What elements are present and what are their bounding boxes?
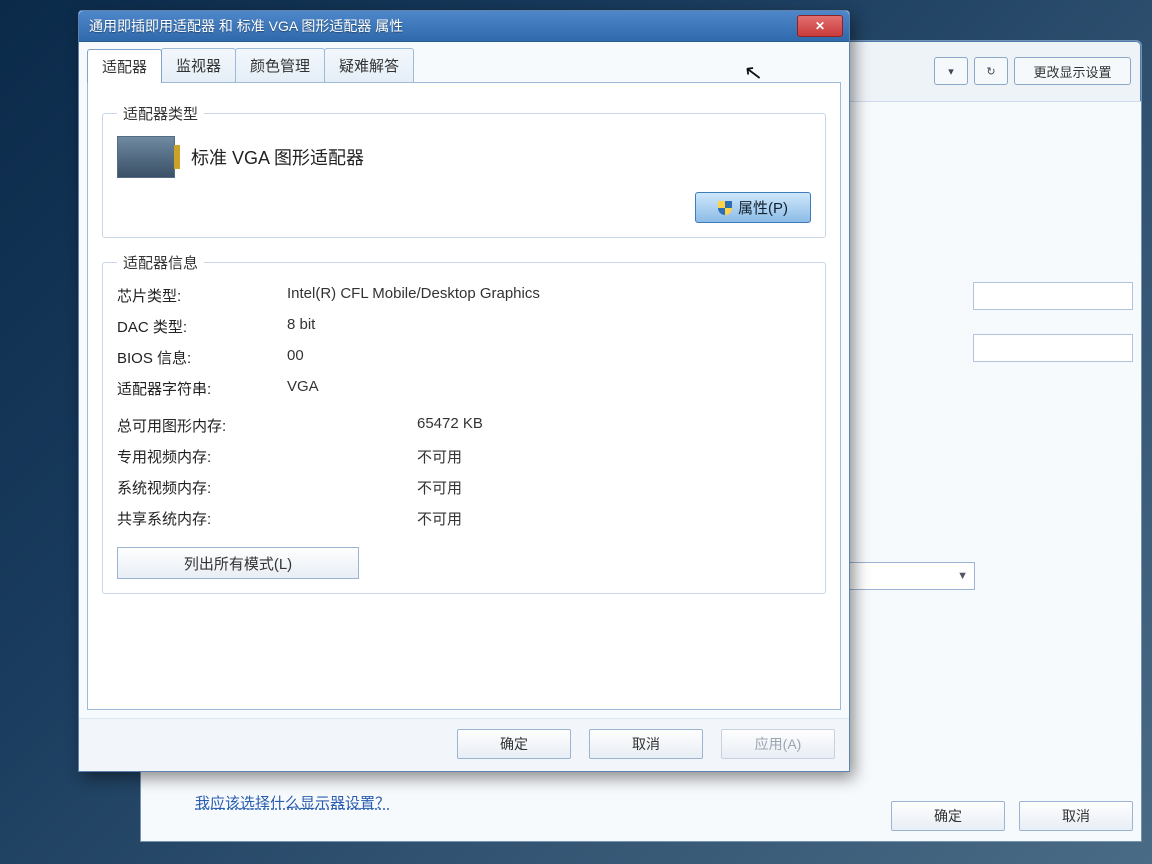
dialog-title: 通用即插即用适配器 和 标准 VGA 图形适配器 属性 xyxy=(89,16,797,36)
tab-troubleshoot[interactable]: 疑难解答 xyxy=(324,48,414,82)
adapter-type-name: 标准 VGA 图形适配器 xyxy=(191,144,364,170)
titlebar[interactable]: 通用即插即用适配器 和 标准 VGA 图形适配器 属性 ✕ xyxy=(79,11,849,42)
properties-button[interactable]: 属性(P) xyxy=(695,192,811,223)
chip-type-value: Intel(R) CFL Mobile/Desktop Graphics xyxy=(287,285,811,306)
dedicated-video-memory-value: 不可用 xyxy=(417,446,811,467)
chevron-down-icon: ▼ xyxy=(957,570,968,582)
system-video-memory-value: 不可用 xyxy=(417,477,811,498)
adapter-info-legend: 适配器信息 xyxy=(117,252,204,273)
adapter-type-group: 适配器类型 标准 VGA 图形适配器 属性(P) xyxy=(102,103,826,238)
tab-panel-adapter: 适配器类型 标准 VGA 图形适配器 属性(P) 适配器信息 芯片类型: Int… xyxy=(87,82,841,710)
background-field-1[interactable] xyxy=(973,282,1133,310)
dialog-button-row: 确定 取消 应用(A) xyxy=(79,718,849,771)
total-graphics-memory-value: 65472 KB xyxy=(417,415,811,436)
dedicated-video-memory-label: 专用视频内存: xyxy=(117,446,417,467)
gpu-icon xyxy=(117,136,175,178)
adapter-type-legend: 适配器类型 xyxy=(117,103,204,124)
dac-type-value: 8 bit xyxy=(287,316,811,337)
dac-type-label: DAC 类型: xyxy=(117,316,287,337)
shared-system-memory-label: 共享系统内存: xyxy=(117,508,417,529)
list-all-modes-button[interactable]: 列出所有模式(L) xyxy=(117,547,359,579)
parent-cancel-button[interactable]: 取消 xyxy=(1019,801,1133,831)
adapter-properties-dialog: 通用即插即用适配器 和 标准 VGA 图形适配器 属性 ✕ 适配器 监视器 颜色… xyxy=(78,10,850,772)
nav-refresh-icon[interactable]: ↻ xyxy=(974,57,1008,85)
tab-adapter[interactable]: 适配器 xyxy=(87,49,162,83)
close-button[interactable]: ✕ xyxy=(797,15,843,37)
uac-shield-icon xyxy=(718,201,732,215)
toolbar-button[interactable]: 更改显示设置 xyxy=(1014,57,1131,85)
help-link[interactable]: 我应该选择什么显示器设置？ xyxy=(195,792,390,813)
bios-info-value: 00 xyxy=(287,347,811,368)
shared-system-memory-value: 不可用 xyxy=(417,508,811,529)
system-video-memory-label: 系统视频内存: xyxy=(117,477,417,498)
nav-dropdown-icon[interactable]: ▾ xyxy=(934,57,968,85)
adapter-info-group: 适配器信息 芯片类型: Intel(R) CFL Mobile/Desktop … xyxy=(102,252,826,594)
chip-type-label: 芯片类型: xyxy=(117,285,287,306)
tab-strip: 适配器 监视器 颜色管理 疑难解答 xyxy=(87,48,841,82)
tab-monitor[interactable]: 监视器 xyxy=(161,48,236,82)
parent-ok-button[interactable]: 确定 xyxy=(891,801,1005,831)
properties-button-label: 属性(P) xyxy=(738,197,788,218)
apply-button[interactable]: 应用(A) xyxy=(721,729,835,759)
adapter-string-label: 适配器字符串: xyxy=(117,378,287,399)
bios-info-label: BIOS 信息: xyxy=(117,347,287,368)
cancel-button[interactable]: 取消 xyxy=(589,729,703,759)
ok-button[interactable]: 确定 xyxy=(457,729,571,759)
background-field-2[interactable] xyxy=(973,334,1133,362)
tab-color-management[interactable]: 颜色管理 xyxy=(235,48,325,82)
total-graphics-memory-label: 总可用图形内存: xyxy=(117,415,417,436)
adapter-string-value: VGA xyxy=(287,378,811,399)
